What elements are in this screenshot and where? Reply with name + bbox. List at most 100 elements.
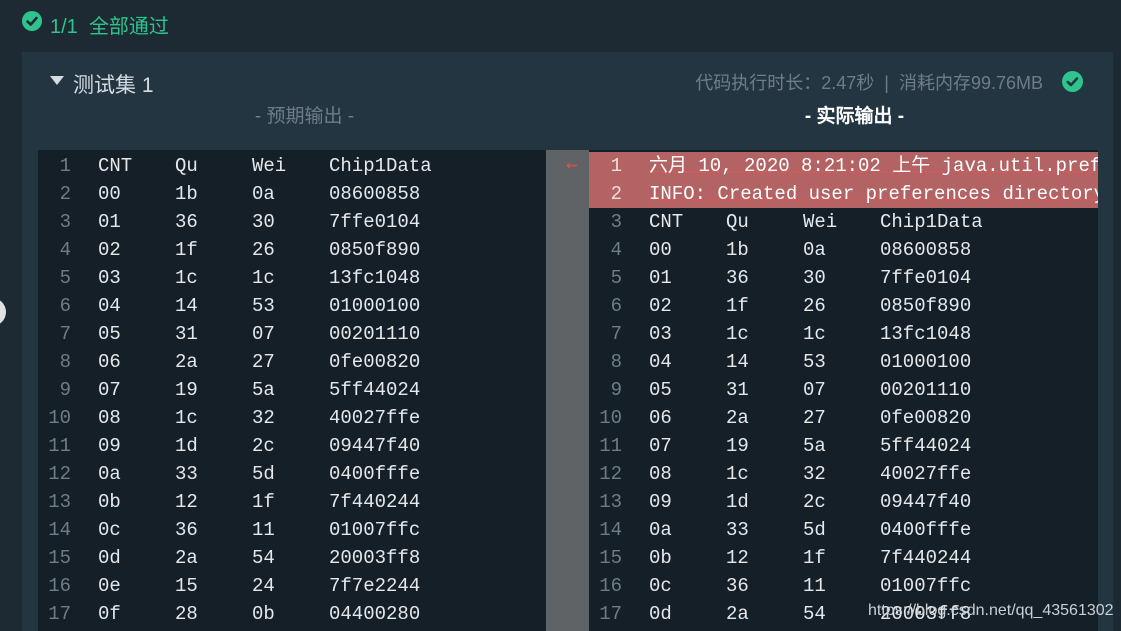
qu-cell: 1b [175,183,198,205]
chip1data-cell: 0fe00820 [880,407,972,429]
actual-output-pane[interactable]: 1 六月 10, 2020 8:21:02 上午 java.util.pref 2 I… [589,150,1098,631]
cnt-cell: 0e [98,575,121,597]
qu-cell: Qu [175,155,198,177]
cnt-cell: 07 [649,435,672,457]
line-number: 5 [610,267,622,289]
line-number: 4 [59,239,71,261]
chip1data-cell: 7f7e2244 [329,575,421,597]
chip1data-cell: 08600858 [880,239,972,261]
qu-cell: 36 [175,519,198,541]
line-number: 9 [610,379,622,401]
line-number: 8 [610,351,622,373]
chip1data-cell: 09447f40 [880,491,972,513]
line-number: 10 [599,407,622,429]
line-number: 17 [48,603,71,625]
qu-cell: 2a [726,603,749,625]
qu-cell: 33 [726,519,749,541]
wei-cell: 11 [803,575,826,597]
qu-cell: 1f [726,295,749,317]
diff-divider [546,150,589,631]
qu-cell: 36 [175,211,198,233]
cnt-cell: 0a [98,463,121,485]
line-number: 1 [59,155,71,177]
wei-cell: 1c [252,267,275,289]
qu-cell: 1b [726,239,749,261]
wei-cell: 2c [803,491,826,513]
chip1data-cell: 7ffe0104 [329,211,421,233]
cnt-cell: 0d [98,547,121,569]
wei-cell: 0a [252,183,275,205]
chip1data-cell: 5ff44024 [880,435,972,457]
expected-output-pane[interactable]: 1 CNT Qu Wei Chip1Data 2 00 1b 0a 08600858 3 01 36 30… [38,150,546,631]
wei-cell: 07 [252,323,275,345]
line-number: 8 [59,351,71,373]
qu-cell: 14 [175,295,198,317]
qu-cell: 19 [726,435,749,457]
code-line: 17 0f 28 0b 04400280 [38,600,546,628]
wei-cell: 27 [252,351,275,373]
code-line: 9 05 31 07 00201110 [589,376,1098,404]
chip1data-cell: Chip1Data [329,155,432,177]
code-line: 3 01 36 30 7ffe0104 [38,208,546,236]
qu-cell: 31 [726,379,749,401]
pass-label: 全部通过 [88,16,169,38]
cnt-cell: 02 [649,295,672,317]
check-circle-icon [22,11,42,31]
chip1data-cell: 13fc1048 [880,323,972,345]
line-number: 5 [59,267,71,289]
cnt-cell: 06 [98,351,121,373]
chip1data-cell: 7f440244 [880,547,972,569]
chip1data-cell: 0fe00820 [329,351,421,373]
chip1data-cell: 0400fffe [880,519,972,541]
wei-cell: 27 [803,407,826,429]
line-number: 15 [48,547,71,569]
caret-down-icon[interactable] [50,76,64,85]
cnt-cell: 0b [98,491,121,513]
qu-cell: 1d [726,491,749,513]
line-number: 2 [610,183,622,205]
chip1data-cell: 0400fffe [329,463,421,485]
code-line: 10 06 2a 27 0fe00820 [589,404,1098,432]
chip1data-cell: 00201110 [329,323,421,345]
cnt-cell: 0f [98,603,121,625]
expected-output-header: - 预期输出 - [254,106,355,127]
cnt-cell: 07 [98,379,121,401]
chip1data-cell: 0850f890 [880,295,972,317]
cnt-cell: 09 [98,435,121,457]
cnt-cell: 00 [649,239,672,261]
code-line: 2 INFO: Created user preferences director… [589,180,1098,208]
code-line: 5 01 36 30 7ffe0104 [589,264,1098,292]
testset-title[interactable]: 测试集 1 [73,69,154,99]
chip1data-cell: 5ff44024 [329,379,421,401]
code-line: 7 03 1c 1c 13fc1048 [589,320,1098,348]
wei-cell: 11 [252,519,275,541]
chip1data-cell: 7ffe0104 [880,267,972,289]
wei-cell: 1c [803,323,826,345]
qu-cell: 31 [175,323,198,345]
chip1data-cell: 08600858 [329,183,421,205]
code-line: 16 0e 15 24 7f7e2244 [38,572,546,600]
chip1data-cell: 09447f40 [329,435,421,457]
chip1data-cell: 40027ffe [880,463,972,485]
code-line: 12 08 1c 32 40027ffe [589,460,1098,488]
line-number: 11 [599,435,622,457]
line-number: 12 [599,463,622,485]
qu-cell: 1c [726,323,749,345]
line-number: 12 [48,463,71,485]
qu-cell: 2a [175,547,198,569]
wei-cell: 0b [252,603,275,625]
line-number: 6 [610,295,622,317]
cnt-cell: 05 [649,379,672,401]
side-panel-handle[interactable] [0,298,6,326]
wei-cell: Wei [803,211,838,233]
wei-cell: 2c [252,435,275,457]
qu-cell: 1c [726,463,749,485]
cnt-cell: 08 [649,463,672,485]
line-number: 11 [48,435,71,457]
cnt-cell: 00 [98,183,121,205]
qu-cell: 1c [175,267,198,289]
code-line: 1 CNT Qu Wei Chip1Data [38,152,546,180]
diff-arrow-icon: ⇜ [566,158,578,174]
code-line: 13 09 1d 2c 09447f40 [589,488,1098,516]
wei-cell: 1f [803,547,826,569]
